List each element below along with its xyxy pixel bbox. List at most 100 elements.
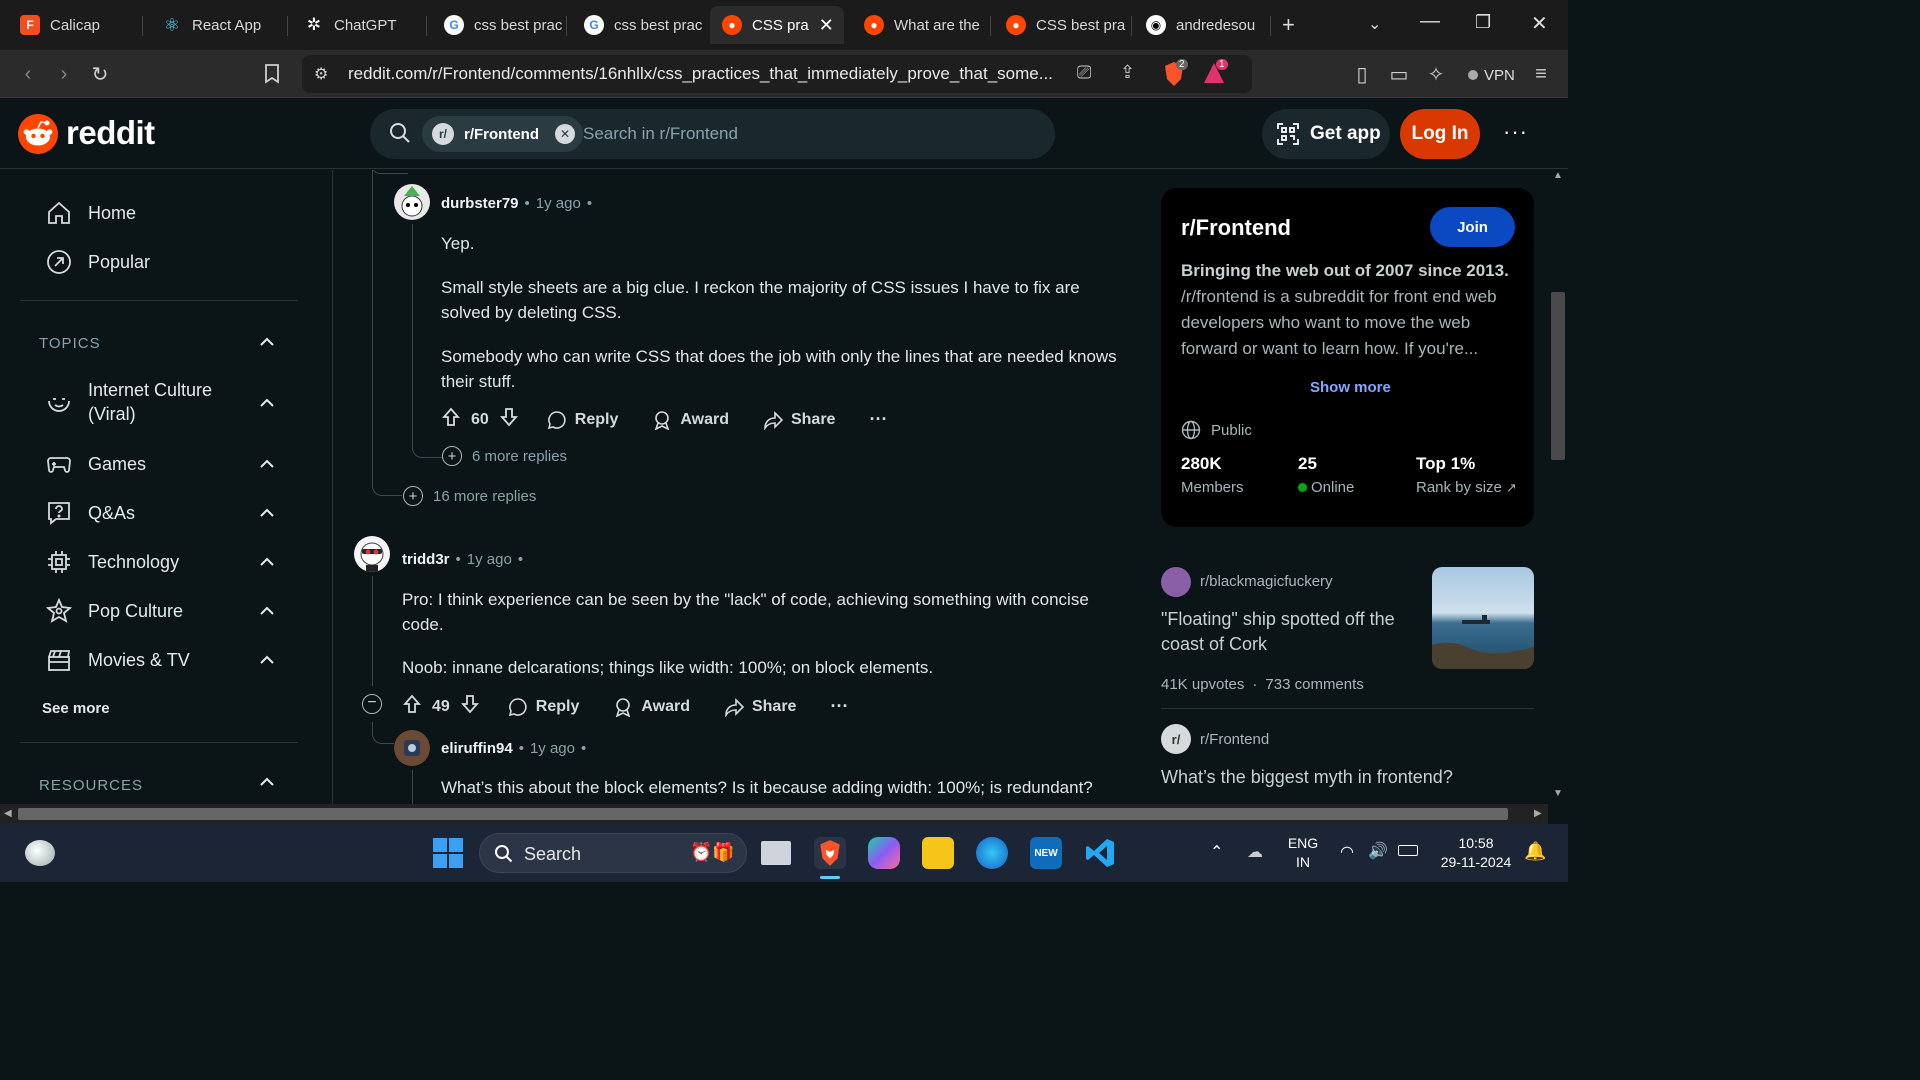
file-explorer-icon[interactable]: [922, 837, 954, 869]
chevron-up-icon[interactable]: [258, 504, 276, 522]
nav-popular[interactable]: Popular: [46, 249, 150, 275]
volume-icon[interactable]: 🔊: [1368, 841, 1388, 861]
chevron-up-icon[interactable]: [258, 651, 276, 669]
topic-technology[interactable]: Technology: [46, 549, 179, 575]
site-settings-icon[interactable]: ⚙: [314, 64, 328, 84]
more-actions-icon[interactable]: ···: [869, 409, 887, 430]
get-app-button[interactable]: Get app: [1262, 109, 1390, 159]
comment-time[interactable]: 1y ago: [536, 195, 581, 212]
tab-list-chevron-icon[interactable]: ⌄: [1368, 14, 1381, 34]
avatar[interactable]: [394, 730, 430, 766]
downvote-icon[interactable]: [499, 407, 519, 432]
chevron-up-icon[interactable]: [258, 333, 276, 351]
forward-icon[interactable]: ›: [50, 60, 78, 88]
community-title[interactable]: r/Frontend: [1181, 215, 1291, 241]
vertical-scrollbar[interactable]: ▲ ▼: [1548, 170, 1568, 804]
related-post-subreddit[interactable]: r/Frontend: [1200, 731, 1269, 748]
chevron-up-icon[interactable]: [258, 773, 276, 791]
collapse-icon[interactable]: −: [362, 694, 382, 714]
more-actions-icon[interactable]: ···: [830, 696, 848, 717]
topic-games[interactable]: Games: [46, 451, 146, 477]
tab-css-best-prac-1[interactable]: G css best prac: [432, 6, 562, 44]
upvote-icon[interactable]: [402, 694, 422, 719]
subreddit-avatar[interactable]: [1161, 567, 1191, 597]
chevron-up-icon[interactable]: ⌃: [1210, 842, 1223, 862]
show-more-link[interactable]: Show more: [1310, 379, 1391, 396]
see-more-link[interactable]: See more: [42, 700, 110, 717]
comment-time[interactable]: 1y ago: [467, 551, 512, 568]
wifi-icon[interactable]: ◠: [1340, 842, 1354, 862]
more-replies-link[interactable]: + 6 more replies: [442, 446, 567, 466]
more-options-icon[interactable]: ···: [1503, 119, 1528, 145]
tab-react-app[interactable]: ⚛ React App: [150, 6, 285, 44]
rank-label[interactable]: Rank by size ↗: [1416, 479, 1517, 496]
close-tab-icon[interactable]: ✕: [819, 15, 834, 36]
reddit-logo-icon[interactable]: [18, 114, 58, 154]
frontend-sub-icon[interactable]: r/: [1161, 724, 1191, 754]
clock[interactable]: 10:58 29-11-2024: [1436, 834, 1516, 872]
copilot-icon[interactable]: [868, 837, 900, 869]
bookmark-icon[interactable]: [258, 60, 286, 88]
reload-icon[interactable]: ↻: [86, 60, 114, 88]
outlook-new-icon[interactable]: NEW: [1030, 837, 1062, 869]
award-button[interactable]: Award: [613, 697, 690, 717]
back-icon[interactable]: ‹: [14, 60, 42, 88]
join-button[interactable]: Join: [1430, 207, 1515, 247]
language-indicator[interactable]: ENG IN: [1285, 834, 1321, 872]
related-post-title[interactable]: What’s the biggest myth in frontend?: [1161, 765, 1531, 790]
tab-what-are-the[interactable]: ● What are the: [852, 6, 986, 44]
comment-username[interactable]: eliruffin94: [441, 740, 513, 757]
edge-icon[interactable]: [976, 837, 1008, 869]
related-post-title[interactable]: "Floating" ship spotted off the coast of…: [1161, 607, 1416, 657]
reddit-wordmark[interactable]: reddit: [66, 114, 155, 152]
brave-taskbar-icon[interactable]: [814, 837, 846, 869]
share-page-icon[interactable]: ⇪: [1120, 62, 1135, 83]
subreddit-search-chip[interactable]: r/ r/Frontend ✕: [422, 116, 583, 152]
nav-home[interactable]: Home: [46, 200, 136, 226]
avatar[interactable]: [394, 184, 430, 220]
topics-section-title[interactable]: TOPICS: [39, 335, 101, 352]
comment-username[interactable]: tridd3r: [402, 551, 450, 568]
vscode-icon[interactable]: [1084, 837, 1116, 869]
vertical-scroll-thumb[interactable]: [1551, 292, 1565, 460]
task-view-icon[interactable]: [761, 841, 791, 865]
share-button[interactable]: Share: [763, 410, 835, 430]
wallet-icon[interactable]: ▭: [1385, 60, 1413, 88]
vpn-button[interactable]: VPN: [1460, 62, 1523, 88]
reply-button[interactable]: Reply: [547, 410, 618, 430]
brave-shield-icon[interactable]: 2: [1162, 59, 1188, 87]
tab-chatgpt[interactable]: ✲ ChatGPT: [292, 6, 422, 44]
post-thumbnail[interactable]: [1432, 567, 1534, 669]
topic-movies-tv[interactable]: Movies & TV: [46, 647, 190, 673]
related-post-subreddit[interactable]: r/blackmagicfuckery: [1200, 573, 1333, 590]
new-tab-icon[interactable]: +: [1282, 12, 1295, 38]
resources-section-title[interactable]: RESOURCES: [39, 777, 143, 794]
tab-github[interactable]: ◉ andredesou: [1134, 6, 1268, 44]
topic-qas[interactable]: Q&As: [46, 500, 135, 526]
tab-css-pra-active[interactable]: ● CSS pra ✕: [710, 6, 844, 44]
close-window-icon[interactable]: ✕: [1531, 11, 1548, 36]
sidebar-toggle-icon[interactable]: ▯: [1348, 60, 1376, 88]
tab-css-best-prac-2[interactable]: G css best prac: [572, 6, 702, 44]
taskbar-search[interactable]: Search ⏰🎁: [479, 833, 747, 873]
chevron-up-icon[interactable]: [258, 602, 276, 620]
reply-button[interactable]: Reply: [508, 697, 579, 717]
restore-icon[interactable]: ❐: [1475, 12, 1491, 33]
brave-rewards-icon[interactable]: 1: [1202, 59, 1228, 87]
search-placeholder[interactable]: Search in r/Frontend: [583, 124, 738, 144]
onedrive-icon[interactable]: ☁: [1247, 842, 1263, 862]
comment-time[interactable]: 1y ago: [530, 740, 575, 757]
url-text[interactable]: reddit.com/r/Frontend/comments/16nhllx/c…: [348, 64, 1053, 84]
menu-icon[interactable]: ≡: [1527, 60, 1555, 88]
more-replies-link[interactable]: + 16 more replies: [403, 486, 536, 506]
chevron-up-icon[interactable]: [258, 455, 276, 473]
weather-icon[interactable]: [25, 840, 55, 866]
login-button[interactable]: Log In: [1400, 109, 1480, 159]
minimize-icon[interactable]: —: [1420, 10, 1440, 33]
downvote-icon[interactable]: [460, 694, 480, 719]
cast-icon[interactable]: ⎚: [1077, 62, 1091, 83]
comment-username[interactable]: durbster79: [441, 195, 519, 212]
clear-chip-icon[interactable]: ✕: [555, 124, 575, 144]
windows-start-icon[interactable]: [433, 838, 463, 868]
tab-css-best-pra[interactable]: ● CSS best pra: [994, 6, 1128, 44]
